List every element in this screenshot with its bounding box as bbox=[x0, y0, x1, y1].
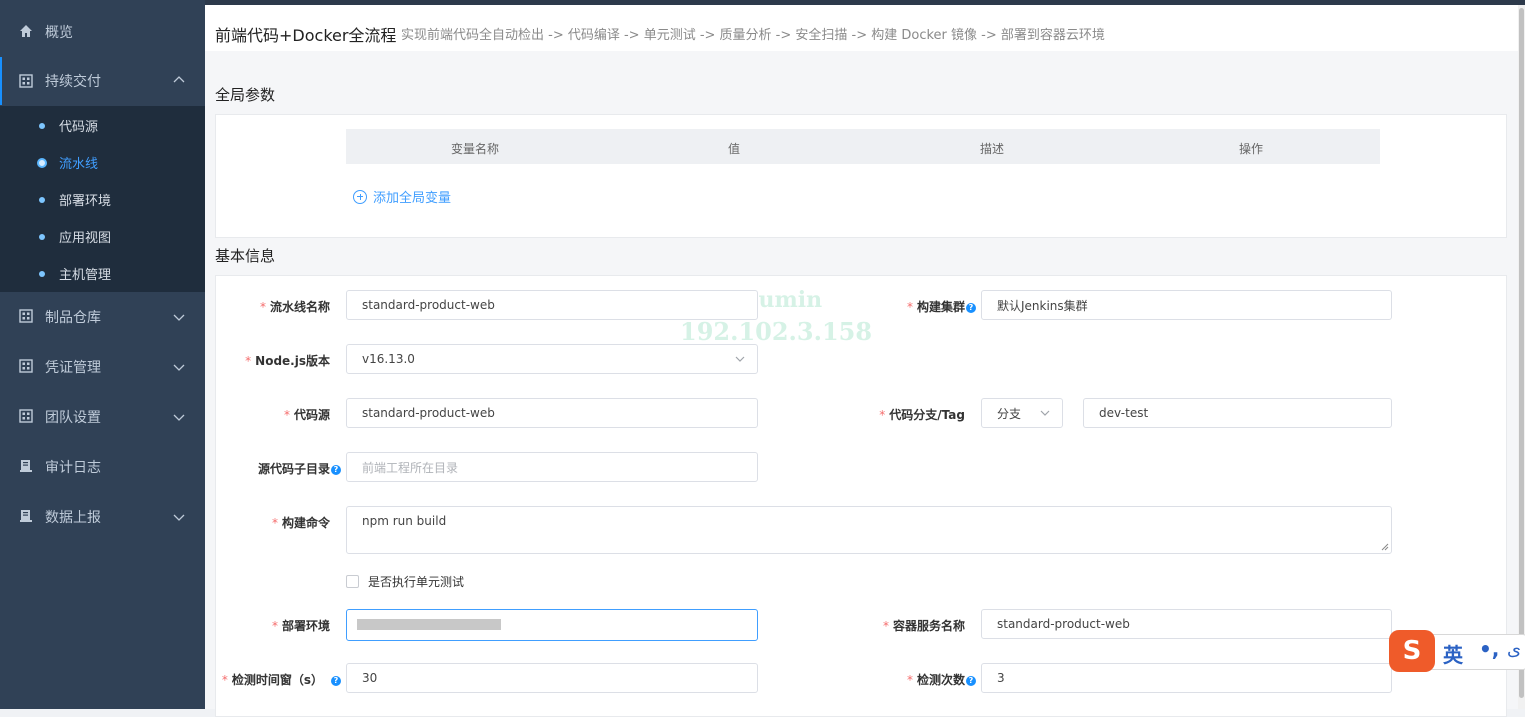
scrollbar-thumb[interactable] bbox=[1519, 8, 1524, 698]
submenu-item-pipeline[interactable]: 流水线 bbox=[0, 144, 205, 181]
help-icon[interactable]: ? bbox=[966, 676, 976, 686]
column-header: 值 bbox=[727, 142, 741, 156]
ime-language-toggle[interactable]: 英 bbox=[1443, 639, 1463, 668]
label-build-cluster: * 构建集群? bbox=[907, 298, 976, 315]
ime-toolbar[interactable]: S 英 •, ی bbox=[1389, 630, 1525, 672]
label-deploy-env: * 部署环境 bbox=[271, 619, 330, 633]
column-header: 变量名称 bbox=[450, 142, 500, 156]
submenu-item-code-source[interactable]: 代码源 bbox=[0, 107, 205, 144]
section-title-basic-info: 基本信息 bbox=[215, 247, 276, 265]
sidebar: 概览 持续交付 代码源 流水线 部署环境 应用视图 主机管理 制品仓库 凭证管理… bbox=[0, 0, 207, 709]
radio-bullet-icon bbox=[37, 157, 47, 168]
submenu-item-label: 应用视图 bbox=[59, 231, 112, 246]
label-code-source: * 代码源 bbox=[283, 408, 330, 422]
help-icon[interactable]: ? bbox=[966, 303, 976, 313]
submenu-item-app-view[interactable]: 应用视图 bbox=[0, 218, 205, 255]
sogou-logo-icon[interactable]: S bbox=[1389, 630, 1435, 672]
add-global-variable-label: 添加全局变量 bbox=[373, 191, 452, 206]
label-container-service: * 容器服务名称 bbox=[882, 619, 965, 633]
label-build-command: * 构建命令 bbox=[271, 516, 330, 530]
submenu-item-label: 流水线 bbox=[59, 157, 99, 172]
pipeline-name-input[interactable]: standard-product-web bbox=[346, 290, 758, 320]
check-interval-input[interactable]: 30 bbox=[346, 663, 758, 693]
label-nodejs-version: * Node.js版本 bbox=[245, 354, 330, 368]
label-source-subdir: 源代码子目录? bbox=[258, 460, 341, 477]
column-header: 描述 bbox=[979, 142, 1005, 156]
bullet-icon bbox=[39, 122, 45, 129]
label-check-count: * 检测次数? bbox=[907, 671, 976, 688]
sidebar-item-team-settings[interactable]: 团队设置 bbox=[0, 392, 205, 442]
submenu-item-label: 部署环境 bbox=[59, 194, 112, 209]
add-global-variable-button[interactable]: 添加全局变量 bbox=[353, 187, 451, 206]
sidebar-item-label: 持续交付 bbox=[45, 74, 101, 90]
sidebar-item-credentials[interactable]: 凭证管理 bbox=[0, 342, 205, 392]
bullet-icon bbox=[39, 270, 45, 277]
build-cluster-select[interactable]: 默认Jenkins集群 bbox=[981, 290, 1392, 320]
page-title: 前端代码+Docker全流程 bbox=[215, 26, 397, 45]
bullet-icon bbox=[39, 233, 45, 240]
submenu-item-deploy-env[interactable]: 部署环境 bbox=[0, 181, 205, 218]
unit-test-label: 是否执行单元测试 bbox=[368, 575, 465, 589]
sidebar-item-label: 审计日志 bbox=[45, 460, 101, 476]
sidebar-item-artifact-repo[interactable]: 制品仓库 bbox=[0, 292, 205, 342]
code-source-select[interactable]: standard-product-web bbox=[346, 398, 758, 428]
bullet-icon bbox=[39, 196, 45, 203]
chevron-down-icon bbox=[173, 364, 185, 371]
sidebar-item-overview[interactable]: 概览 bbox=[0, 7, 205, 57]
unit-test-checkbox[interactable] bbox=[346, 575, 359, 588]
container-service-input[interactable]: standard-product-web bbox=[981, 609, 1392, 639]
help-icon[interactable]: ? bbox=[331, 676, 341, 686]
grid-icon bbox=[19, 359, 33, 373]
nodejs-version-select[interactable]: v16.13.0 bbox=[346, 344, 758, 374]
sidebar-item-label: 凭证管理 bbox=[45, 360, 101, 376]
ime-punctuation-toggle[interactable]: •, bbox=[1479, 637, 1499, 661]
submenu-item-host-management[interactable]: 主机管理 bbox=[0, 255, 205, 292]
sidebar-item-data-report[interactable]: 数据上报 bbox=[0, 492, 205, 542]
grid-icon bbox=[19, 74, 33, 88]
sidebar-item-label: 概览 bbox=[45, 25, 73, 41]
chevron-down-icon bbox=[173, 514, 185, 521]
chevron-down-icon bbox=[735, 356, 745, 362]
chevron-down-icon bbox=[173, 414, 185, 421]
chevron-down-icon bbox=[173, 314, 185, 321]
submenu-item-label: 代码源 bbox=[59, 120, 99, 135]
page-header: 前端代码+Docker全流程 实现前端代码全自动检出 -> 代码编译 -> 单元… bbox=[205, 5, 1518, 51]
label-pipeline-name: * 流水线名称 bbox=[259, 300, 330, 314]
sidebar-item-audit-log[interactable]: 审计日志 bbox=[0, 442, 205, 492]
branch-input[interactable]: dev-test bbox=[1083, 398, 1392, 428]
grid-icon bbox=[19, 309, 33, 323]
chevron-down-icon bbox=[1040, 410, 1050, 416]
label-check-interval: * 检测时间窗（s）? bbox=[222, 671, 341, 688]
ime-extra-toggle[interactable]: ی bbox=[1507, 639, 1521, 660]
global-params-table-header: 变量名称 值 描述 操作 bbox=[346, 129, 1380, 164]
page-description: 实现前端代码全自动检出 -> 代码编译 -> 单元测试 -> 质量分析 -> 安… bbox=[401, 28, 1105, 43]
deploy-env-select[interactable] bbox=[346, 609, 758, 641]
sidebar-item-label: 制品仓库 bbox=[45, 310, 101, 326]
chevron-up-icon bbox=[173, 76, 185, 83]
plus-circle-icon bbox=[353, 189, 367, 204]
label-branch-tag: * 代码分支/Tag bbox=[879, 408, 965, 422]
resize-handle-icon[interactable] bbox=[1381, 543, 1389, 551]
section-title-global-params: 全局参数 bbox=[215, 86, 276, 104]
sidebar-item-label: 数据上报 bbox=[45, 510, 101, 526]
branch-type-select[interactable]: 分支 bbox=[981, 398, 1063, 428]
grid-icon bbox=[19, 409, 33, 423]
help-icon[interactable]: ? bbox=[331, 465, 341, 475]
build-command-textarea[interactable]: npm run build bbox=[346, 506, 1392, 554]
sidebar-item-continuous-delivery[interactable]: 持续交付 bbox=[0, 57, 207, 105]
source-subdir-input[interactable]: 前端工程所在目录 bbox=[346, 452, 758, 482]
column-header: 操作 bbox=[1238, 142, 1264, 156]
submenu-item-label: 主机管理 bbox=[59, 268, 112, 283]
sidebar-item-label: 团队设置 bbox=[45, 410, 101, 426]
check-count-input[interactable]: 3 bbox=[981, 663, 1392, 693]
document-icon bbox=[20, 510, 32, 522]
document-icon bbox=[20, 460, 32, 472]
home-icon bbox=[20, 25, 32, 37]
redacted-value bbox=[357, 619, 501, 630]
